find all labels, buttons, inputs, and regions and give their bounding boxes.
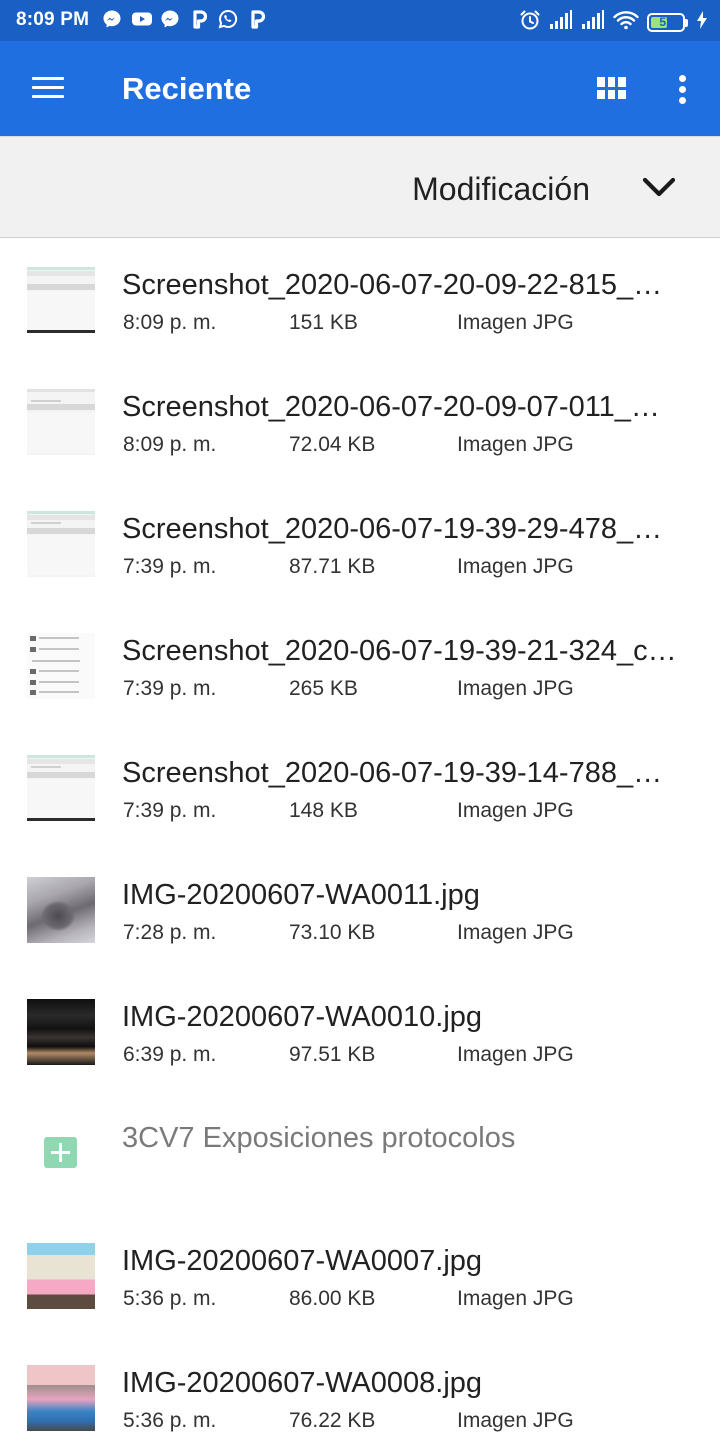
file-time: 8:09 p. m. xyxy=(123,311,217,334)
add-folder-icon[interactable] xyxy=(44,1137,77,1168)
file-thumbnail xyxy=(27,1365,95,1431)
file-thumbnail xyxy=(27,877,95,943)
more-options-icon[interactable] xyxy=(678,75,688,105)
file-time: 7:39 p. m. xyxy=(123,555,217,578)
file-thumbnail xyxy=(27,755,95,821)
list-item[interactable]: IMG-20200607-WA0008.jpg 5:36 p. m. 76.22… xyxy=(0,1337,720,1440)
messenger-icon xyxy=(102,9,122,29)
grid-view-icon[interactable] xyxy=(597,77,626,99)
list-item[interactable]: Screenshot_2020-06-07-19-39-29-478_… 7:3… xyxy=(0,483,720,605)
file-time: 7:39 p. m. xyxy=(123,799,217,822)
file-time: 6:39 p. m. xyxy=(123,1043,217,1066)
whatsapp-icon xyxy=(218,9,238,29)
file-size: 265 KB xyxy=(289,677,358,700)
list-item[interactable]: Screenshot_2020-06-07-19-39-21-324_c… 7:… xyxy=(0,605,720,727)
file-type: Imagen JPG xyxy=(457,1409,574,1432)
file-size: 151 KB xyxy=(289,311,358,334)
file-name: Screenshot_2020-06-07-19-39-21-324_c… xyxy=(122,635,677,667)
p-app-icon xyxy=(247,9,267,29)
file-thumbnail xyxy=(27,267,95,333)
battery-level: 51 xyxy=(659,15,673,29)
file-name: Screenshot_2020-06-07-20-09-07-011_… xyxy=(122,391,660,423)
file-time: 7:28 p. m. xyxy=(123,921,217,944)
file-size: 73.10 KB xyxy=(289,921,376,944)
file-type: Imagen JPG xyxy=(457,1043,574,1066)
file-type: Imagen JPG xyxy=(457,555,574,578)
alarm-icon xyxy=(519,9,541,36)
sort-dropdown[interactable]: Modificación xyxy=(0,136,720,238)
folder-name[interactable]: 3CV7 Exposiciones protocolos xyxy=(122,1122,515,1155)
list-item[interactable]: IMG-20200607-WA0007.jpg 5:36 p. m. 86.00… xyxy=(0,1215,720,1337)
file-type: Imagen JPG xyxy=(457,799,574,822)
file-size: 86.00 KB xyxy=(289,1287,376,1310)
file-thumbnail xyxy=(27,999,95,1065)
list-item[interactable]: IMG-20200607-WA0010.jpg 6:39 p. m. 97.51… xyxy=(0,971,720,1093)
list-item[interactable]: Screenshot_2020-06-07-19-39-14-788_… 7:3… xyxy=(0,727,720,849)
file-size: 87.71 KB xyxy=(289,555,376,578)
notification-icons xyxy=(102,9,267,29)
file-name: IMG-20200607-WA0008.jpg xyxy=(122,1367,483,1399)
file-type: Imagen JPG xyxy=(457,311,574,334)
file-name: Screenshot_2020-06-07-19-39-29-478_… xyxy=(122,513,663,545)
file-time: 5:36 p. m. xyxy=(123,1409,217,1432)
file-thumbnail xyxy=(27,389,95,455)
file-type: Imagen JPG xyxy=(457,1287,574,1310)
file-name: IMG-20200607-WA0010.jpg xyxy=(122,1001,483,1033)
file-type: Imagen JPG xyxy=(457,433,574,456)
p-app-icon xyxy=(189,9,209,29)
page-title: Reciente xyxy=(122,71,252,106)
file-name: IMG-20200607-WA0011.jpg xyxy=(122,879,480,911)
list-item[interactable]: Screenshot_2020-06-07-20-09-07-011_… 8:0… xyxy=(0,361,720,483)
file-thumbnail xyxy=(27,1243,95,1309)
messenger-icon xyxy=(160,9,180,29)
file-time: 7:39 p. m. xyxy=(123,677,217,700)
file-time: 5:36 p. m. xyxy=(123,1287,217,1310)
list-item[interactable]: Screenshot_2020-06-07-20-09-22-815_… 8:0… xyxy=(0,239,720,361)
charging-icon xyxy=(696,10,708,35)
file-name: Screenshot_2020-06-07-20-09-22-815_… xyxy=(122,269,663,301)
file-size: 148 KB xyxy=(289,799,358,822)
menu-icon[interactable] xyxy=(32,77,64,101)
file-thumbnail xyxy=(27,633,95,699)
chevron-down-icon xyxy=(642,177,676,197)
youtube-icon xyxy=(131,9,152,29)
file-type: Imagen JPG xyxy=(457,921,574,944)
app-bar: Reciente xyxy=(0,41,720,136)
file-size: 72.04 KB xyxy=(289,433,376,456)
list-item[interactable]: IMG-20200607-WA0011.jpg 7:28 p. m. 73.10… xyxy=(0,849,720,971)
status-bar: 8:09 PM 51 xyxy=(0,0,720,41)
file-size: 76.22 KB xyxy=(289,1409,376,1432)
file-name: Screenshot_2020-06-07-19-39-14-788_… xyxy=(122,757,663,789)
file-thumbnail xyxy=(27,511,95,577)
wifi-icon xyxy=(613,10,639,35)
signal-icon xyxy=(549,10,573,35)
signal-icon xyxy=(581,10,605,35)
status-time: 8:09 PM xyxy=(16,9,90,30)
system-icons: 51 xyxy=(519,9,708,36)
file-type: Imagen JPG xyxy=(457,677,574,700)
file-time: 8:09 p. m. xyxy=(123,433,217,456)
file-size: 97.51 KB xyxy=(289,1043,376,1066)
sort-label: Modificación xyxy=(412,171,590,207)
battery-icon: 51 xyxy=(647,13,688,32)
file-name: IMG-20200607-WA0007.jpg xyxy=(122,1245,483,1277)
